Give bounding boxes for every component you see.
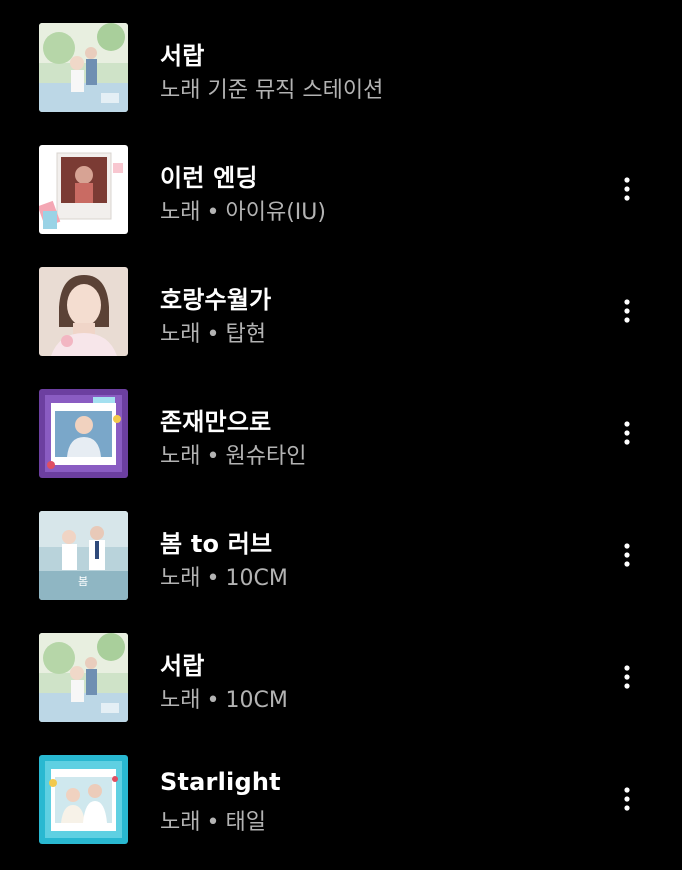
- more-vertical-icon: [624, 665, 630, 689]
- list-item[interactable]: 봄 봄 to 러브 노래 • 10CM: [0, 488, 682, 610]
- more-options-button[interactable]: [611, 775, 643, 823]
- song-subtitle: 노래 • 탑현: [160, 316, 266, 348]
- more-options-button[interactable]: [611, 287, 643, 335]
- artist-name: 10CM: [225, 566, 288, 591]
- song-subtitle: 노래 • 10CM: [160, 560, 288, 592]
- album-art[interactable]: [39, 755, 128, 844]
- album-art[interactable]: [39, 267, 128, 356]
- more-vertical-icon: [624, 787, 630, 811]
- list-item[interactable]: 호랑수월가 노래 • 탑현: [0, 244, 682, 366]
- album-art[interactable]: 봄: [39, 511, 128, 600]
- more-vertical-icon: [624, 177, 630, 201]
- song-list: 서랍 노래 기준 뮤직 스테이션 이런 엔딩 노래 • 아이유(IU) 호랑수월…: [0, 0, 682, 870]
- album-art[interactable]: [39, 145, 128, 234]
- item-type: 노래: [160, 688, 201, 713]
- artist-name: 원슈타인: [225, 444, 307, 469]
- song-subtitle: 노래 • 원슈타인: [160, 438, 306, 470]
- more-options-button[interactable]: [611, 409, 643, 457]
- song-subtitle: 노래 • 10CM: [160, 682, 288, 714]
- song-title: 존재만으로: [160, 408, 272, 436]
- song-title: 호랑수월가: [160, 286, 272, 314]
- separator: •: [206, 810, 220, 835]
- song-title: 서랍: [160, 652, 205, 680]
- item-type: 노래: [160, 200, 201, 225]
- album-art[interactable]: [39, 633, 128, 722]
- list-item[interactable]: 이런 엔딩 노래 • 아이유(IU): [0, 122, 682, 244]
- song-title: 이런 엔딩: [160, 164, 258, 192]
- more-vertical-icon: [624, 543, 630, 567]
- artist-name: 태일: [225, 810, 266, 835]
- item-type: 노래: [160, 810, 201, 835]
- song-title: Starlight: [160, 768, 281, 796]
- item-type: 노래 기준 뮤직 스테이션: [160, 78, 384, 103]
- artist-name: 탑현: [225, 322, 266, 347]
- artist-name: 아이유(IU): [225, 200, 326, 225]
- item-type: 노래: [160, 322, 201, 347]
- artist-name: 10CM: [225, 688, 288, 713]
- list-item[interactable]: 존재만으로 노래 • 원슈타인: [0, 366, 682, 488]
- more-vertical-icon: [624, 299, 630, 323]
- song-subtitle: 노래 기준 뮤직 스테이션: [160, 72, 383, 104]
- separator: •: [206, 444, 220, 469]
- item-type: 노래: [160, 566, 201, 591]
- list-item[interactable]: 서랍 노래 • 10CM: [0, 610, 682, 732]
- list-item[interactable]: Starlight 노래 • 태일: [0, 732, 682, 854]
- svg-text:봄: 봄: [78, 575, 88, 588]
- album-art[interactable]: [39, 23, 128, 112]
- song-subtitle: 노래 • 아이유(IU): [160, 194, 326, 226]
- separator: •: [206, 200, 220, 225]
- list-item[interactable]: 서랍 노래 기준 뮤직 스테이션: [0, 0, 682, 122]
- separator: •: [206, 566, 220, 591]
- more-vertical-icon: [624, 421, 630, 445]
- more-options-button[interactable]: [611, 653, 643, 701]
- separator: •: [206, 688, 220, 713]
- album-art[interactable]: [39, 389, 128, 478]
- song-title: 서랍: [160, 42, 205, 70]
- more-options-button[interactable]: [611, 531, 643, 579]
- song-title: 봄 to 러브: [160, 530, 273, 558]
- song-subtitle: 노래 • 태일: [160, 804, 266, 836]
- item-type: 노래: [160, 444, 201, 469]
- more-options-button[interactable]: [611, 165, 643, 213]
- separator: •: [206, 322, 220, 347]
